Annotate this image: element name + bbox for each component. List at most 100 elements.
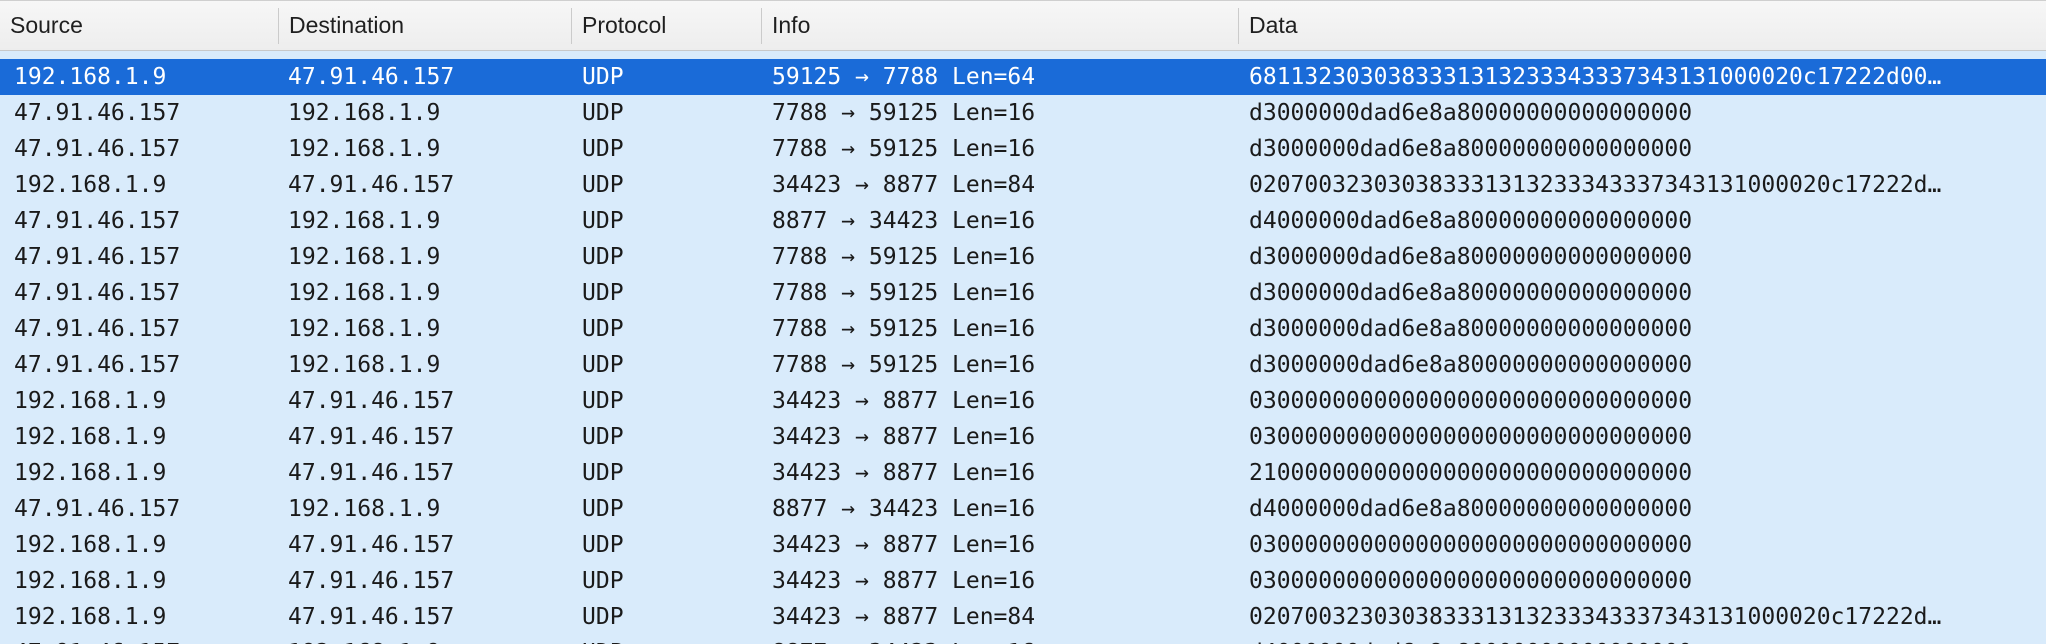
info-cell: 8877 → 34423 Len=16 [772, 208, 1036, 234]
destination-cell: 192.168.1.9 [288, 280, 441, 306]
data-cell: d3000000dad6e8a80000000000000000 [1249, 352, 1693, 378]
packet-row[interactable]: 47.91.46.157 192.168.1.9 UDP 8877 → 34423 L… [0, 491, 2046, 527]
data-cell: 6811323030383331313233343337343131000020… [1249, 64, 1942, 90]
source-cell: 47.91.46.157 [14, 244, 181, 270]
protocol-cell: UDP [582, 496, 624, 522]
column-header-source[interactable]: Source [0, 1, 278, 50]
info-cell: 34423 → 8877 Len=84 [772, 172, 1036, 198]
destination-cell: 47.91.46.157 [288, 64, 455, 90]
packet-row[interactable]: 47.91.46.157 192.168.1.9 UDP 7788 → 59125 L… [0, 311, 2046, 347]
destination-cell: 192.168.1.9 [288, 635, 568, 644]
info-cell: 7788 → 59125 Len=16 [772, 316, 1036, 342]
packet-row[interactable]: 192.168.1.9 47.91.46.157 UDP 34423 → 8877 L… [0, 455, 2046, 491]
packet-row[interactable]: 47.91.46.157 192.168.1.9 UDP 7788 → 59125 L… [0, 131, 2046, 167]
packet-row[interactable]: 47.91.46.157 192.168.1.9 UDP 7788 → 59125 L… [0, 347, 2046, 383]
column-header-protocol[interactable]: Protocol [572, 1, 761, 50]
info-cell: 7788 → 59125 Len=16 [772, 352, 1036, 378]
info-cell: 34423 → 8877 Len=84 [772, 604, 1036, 630]
destination-cell: 192.168.1.9 [288, 244, 441, 270]
data-cell: d4000000dad6e8a80000000000000000 [1249, 635, 2021, 644]
data-cell: 0207003230303833313132333433373431310000… [1249, 172, 1942, 198]
source-cell: 192.168.1.9 [14, 64, 167, 90]
packet-list[interactable]: Source Destination Protocol Info Data 19… [0, 0, 2046, 644]
protocol-cell: UDP [582, 424, 624, 450]
data-cell: d3000000dad6e8a80000000000000000 [1249, 136, 1693, 162]
protocol-cell: UDP [582, 388, 624, 414]
packet-row[interactable]: 192.168.1.9 47.91.46.157 UDP 34423 → 8877 L… [0, 599, 2046, 635]
column-header-info[interactable]: Info [762, 1, 1238, 50]
destination-cell: 192.168.1.9 [288, 136, 441, 162]
protocol-cell: UDP [582, 316, 624, 342]
protocol-cell: UDP [582, 568, 624, 594]
destination-cell: 192.168.1.9 [288, 496, 441, 522]
packet-row-selected[interactable]: 192.168.1.9 47.91.46.157 UDP 59125 → 7788 L… [0, 59, 2046, 95]
source-cell: 47.91.46.157 [14, 352, 181, 378]
info-cell: 7788 → 59125 Len=16 [772, 136, 1036, 162]
protocol-cell: UDP [582, 635, 752, 644]
source-cell: 192.168.1.9 [14, 388, 167, 414]
packet-rows: 192.168.1.9 47.91.46.157 UDP 59125 → 7788 L… [0, 59, 2046, 644]
destination-cell: 47.91.46.157 [288, 172, 455, 198]
info-cell: 34423 → 8877 Len=16 [772, 424, 1036, 450]
source-cell: 47.91.46.157 [14, 316, 181, 342]
data-cell: 0207003230303833313132333433373431310000… [1249, 604, 1942, 630]
data-cell: 21000000000000000000000000000000 [1249, 460, 1693, 486]
source-cell: 192.168.1.9 [14, 172, 167, 198]
data-cell: 03000000000000000000000000000000 [1249, 568, 1693, 594]
info-cell: 7788 → 59125 Len=16 [772, 100, 1036, 126]
info-cell: 59125 → 7788 Len=64 [772, 64, 1036, 90]
source-cell: 47.91.46.157 [14, 635, 274, 644]
data-cell: d4000000dad6e8a80000000000000000 [1249, 208, 1693, 234]
protocol-cell: UDP [582, 208, 624, 234]
info-cell: 34423 → 8877 Len=16 [772, 568, 1036, 594]
packet-row[interactable]: 192.168.1.9 47.91.46.157 UDP 34423 → 8877 L… [0, 419, 2046, 455]
data-cell: d3000000dad6e8a80000000000000000 [1249, 280, 1693, 306]
info-cell: 34423 → 8877 Len=16 [772, 532, 1036, 558]
packet-row[interactable]: 192.168.1.9 47.91.46.157 UDP 34423 → 8877 L… [0, 527, 2046, 563]
data-cell: d3000000dad6e8a80000000000000000 [1249, 100, 1693, 126]
packet-row[interactable]: 47.91.46.157 192.168.1.9 UDP 7788 → 59125 L… [0, 239, 2046, 275]
destination-cell: 47.91.46.157 [288, 424, 455, 450]
packet-row[interactable]: 47.91.46.157 192.168.1.9 UDP 8877 → 34423 L… [0, 635, 2046, 644]
data-cell: d4000000dad6e8a80000000000000000 [1249, 496, 1693, 522]
source-cell: 192.168.1.9 [14, 424, 167, 450]
protocol-cell: UDP [582, 460, 624, 486]
info-cell: 7788 → 59125 Len=16 [772, 280, 1036, 306]
info-cell: 34423 → 8877 Len=16 [772, 460, 1036, 486]
packet-row[interactable]: 192.168.1.9 47.91.46.157 UDP 34423 → 8877 L… [0, 383, 2046, 419]
packet-list-header: Source Destination Protocol Info Data [0, 0, 2046, 51]
packet-row[interactable]: 192.168.1.9 47.91.46.157 UDP 34423 → 8877 L… [0, 563, 2046, 599]
destination-cell: 192.168.1.9 [288, 208, 441, 234]
protocol-cell: UDP [582, 64, 624, 90]
protocol-cell: UDP [582, 532, 624, 558]
source-cell: 192.168.1.9 [14, 532, 167, 558]
packet-row[interactable]: 192.168.1.9 47.91.46.157 UDP 34423 → 8877 L… [0, 167, 2046, 203]
data-cell: d3000000dad6e8a80000000000000000 [1249, 316, 1693, 342]
destination-cell: 47.91.46.157 [288, 460, 455, 486]
column-header-data[interactable]: Data [1239, 1, 2046, 50]
data-cell: 03000000000000000000000000000000 [1249, 388, 1693, 414]
protocol-cell: UDP [582, 352, 624, 378]
protocol-cell: UDP [582, 100, 624, 126]
packet-row[interactable]: 47.91.46.157 192.168.1.9 UDP 7788 → 59125 L… [0, 275, 2046, 311]
source-cell: 47.91.46.157 [14, 280, 181, 306]
data-cell: 03000000000000000000000000000000 [1249, 424, 1693, 450]
protocol-cell: UDP [582, 172, 624, 198]
packet-row[interactable]: 47.91.46.157 192.168.1.9 UDP 7788 → 59125 L… [0, 95, 2046, 131]
column-header-destination[interactable]: Destination [279, 1, 571, 50]
destination-cell: 192.168.1.9 [288, 100, 441, 126]
protocol-cell: UDP [582, 244, 624, 270]
destination-cell: 47.91.46.157 [288, 604, 455, 630]
info-cell: 7788 → 59125 Len=16 [772, 244, 1036, 270]
data-cell: d3000000dad6e8a80000000000000000 [1249, 244, 1693, 270]
packet-row[interactable]: 47.91.46.157 192.168.1.9 UDP 8877 → 34423 L… [0, 203, 2046, 239]
protocol-cell: UDP [582, 136, 624, 162]
source-cell: 47.91.46.157 [14, 136, 181, 162]
destination-cell: 47.91.46.157 [288, 568, 455, 594]
info-cell: 8877 → 34423 Len=16 [772, 635, 1242, 644]
info-cell: 8877 → 34423 Len=16 [772, 496, 1036, 522]
destination-cell: 192.168.1.9 [288, 316, 441, 342]
destination-cell: 192.168.1.9 [288, 352, 441, 378]
protocol-cell: UDP [582, 280, 624, 306]
source-cell: 47.91.46.157 [14, 100, 181, 126]
